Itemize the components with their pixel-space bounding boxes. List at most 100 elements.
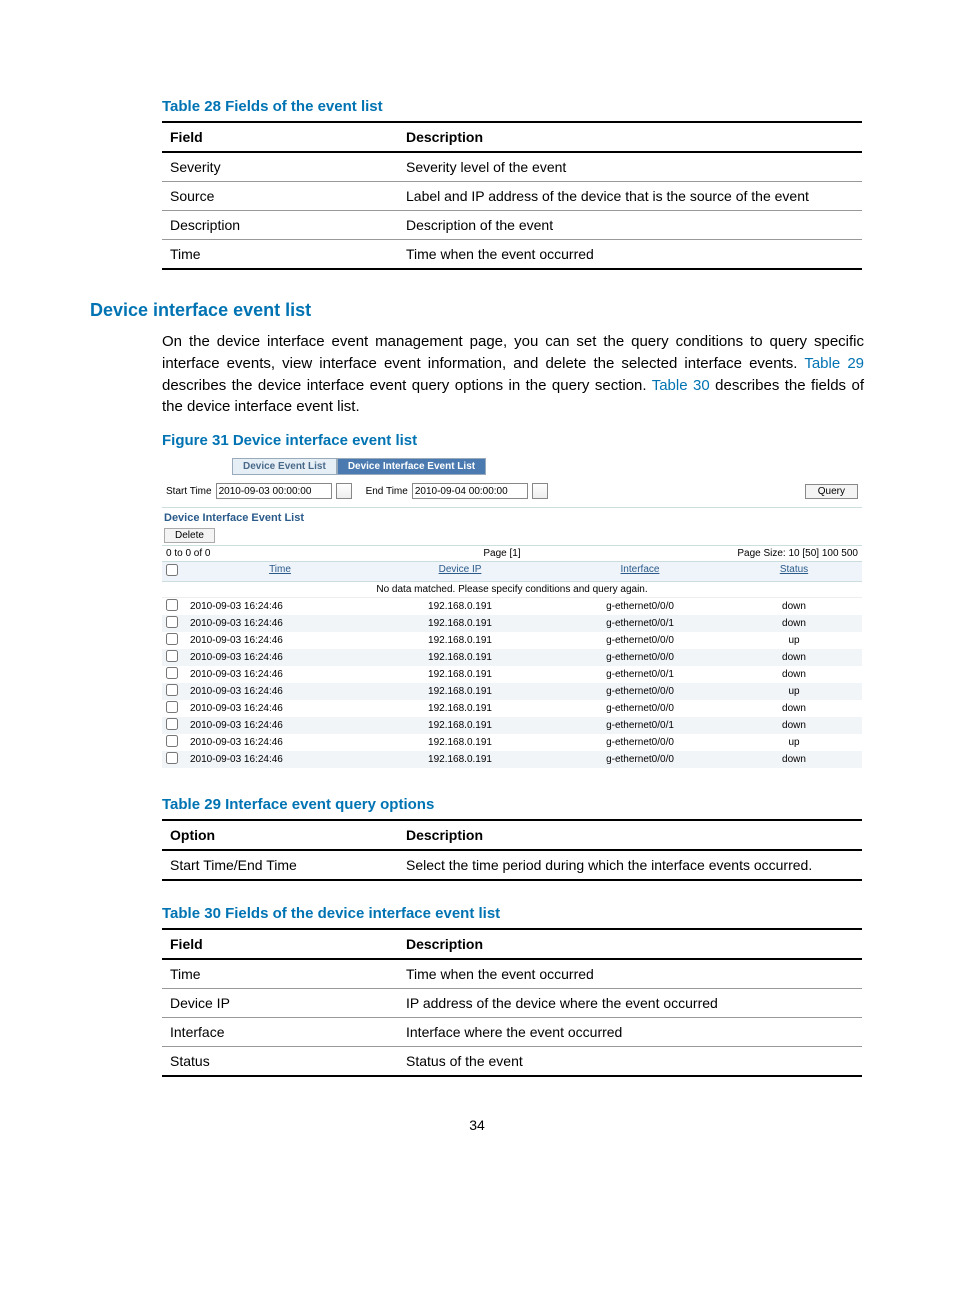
cell-time: 2010-09-03 16:24:46 [190, 669, 370, 680]
cell-interface: g-ethernet0/0/1 [550, 669, 730, 680]
table-28: Field Description SeveritySeverity level… [162, 121, 862, 270]
cell-interface: g-ethernet0/0/0 [550, 686, 730, 697]
table-row: InterfaceInterface where the event occur… [162, 1018, 862, 1047]
cell-status: up [730, 635, 858, 646]
grid-row: 2010-09-03 16:24:46192.168.0.191g-ethern… [162, 717, 862, 734]
grid-row: 2010-09-03 16:24:46192.168.0.191g-ethern… [162, 683, 862, 700]
cell-ip: 192.168.0.191 [370, 686, 550, 697]
cell-status: down [730, 652, 858, 663]
ref-table-30[interactable]: Table 30 [652, 377, 710, 394]
cell-time: 2010-09-03 16:24:46 [190, 737, 370, 748]
cell-interface: g-ethernet0/0/0 [550, 754, 730, 765]
cell-status: down [730, 720, 858, 731]
col-time[interactable]: Time [190, 564, 370, 579]
cell-time: 2010-09-03 16:24:46 [190, 601, 370, 612]
cell-ip: 192.168.0.191 [370, 618, 550, 629]
row-checkbox[interactable] [166, 616, 178, 628]
table-row: DescriptionDescription of the event [162, 211, 862, 240]
grid-row: 2010-09-03 16:24:46192.168.0.191g-ethern… [162, 615, 862, 632]
cell-time: 2010-09-03 16:24:46 [190, 686, 370, 697]
query-bar: Start Time End Time Query [162, 475, 862, 507]
grid-header: Time Device IP Interface Status [162, 562, 862, 582]
grid-row: 2010-09-03 16:24:46192.168.0.191g-ethern… [162, 598, 862, 615]
pager-page: Page [1] [366, 548, 638, 559]
grid-row: 2010-09-03 16:24:46192.168.0.191g-ethern… [162, 632, 862, 649]
row-checkbox[interactable] [166, 752, 178, 764]
grid-row: 2010-09-03 16:24:46192.168.0.191g-ethern… [162, 700, 862, 717]
page-number: 34 [90, 1117, 864, 1133]
cell-status: down [730, 754, 858, 765]
grid-row: 2010-09-03 16:24:46192.168.0.191g-ethern… [162, 734, 862, 751]
table-row: Device IPIP address of the device where … [162, 989, 862, 1018]
table-28-head-desc: Description [398, 122, 862, 152]
cell-ip: 192.168.0.191 [370, 601, 550, 612]
col-device-ip[interactable]: Device IP [370, 564, 550, 579]
pager: 0 to 0 of 0 Page [1] Page Size: 10 [50] … [162, 545, 862, 562]
tab-device-interface-event-list[interactable]: Device Interface Event List [337, 458, 486, 475]
cell-time: 2010-09-03 16:24:46 [190, 720, 370, 731]
cell-status: down [730, 601, 858, 612]
section-heading: Device interface event list [90, 300, 864, 321]
start-time-input[interactable] [216, 483, 332, 499]
cell-time: 2010-09-03 16:24:46 [190, 635, 370, 646]
grid-row: 2010-09-03 16:24:46192.168.0.191g-ethern… [162, 751, 862, 768]
table-28-caption: Table 28 Fields of the event list [162, 98, 864, 115]
cell-status: up [730, 737, 858, 748]
cell-interface: g-ethernet0/0/1 [550, 720, 730, 731]
cell-status: down [730, 669, 858, 680]
row-checkbox[interactable] [166, 599, 178, 611]
table-30: Field Description TimeTime when the even… [162, 928, 862, 1077]
body-paragraph: On the device interface event management… [162, 331, 864, 418]
cell-ip: 192.168.0.191 [370, 737, 550, 748]
pager-size[interactable]: Page Size: 10 [50] 100 500 [638, 548, 858, 559]
cell-interface: g-ethernet0/0/1 [550, 618, 730, 629]
table-row: TimeTime when the event occurred [162, 240, 862, 270]
figure-31-caption: Figure 31 Device interface event list [162, 432, 864, 449]
end-time-input[interactable] [412, 483, 528, 499]
cell-interface: g-ethernet0/0/0 [550, 703, 730, 714]
table-row: TimeTime when the event occurred [162, 959, 862, 989]
cell-ip: 192.168.0.191 [370, 703, 550, 714]
cell-ip: 192.168.0.191 [370, 669, 550, 680]
calendar-icon[interactable] [336, 483, 352, 499]
cell-interface: g-ethernet0/0/0 [550, 635, 730, 646]
row-checkbox[interactable] [166, 650, 178, 662]
row-checkbox[interactable] [166, 701, 178, 713]
table-29-caption: Table 29 Interface event query options [162, 796, 864, 813]
cell-status: up [730, 686, 858, 697]
table-30-head-field: Field [162, 929, 398, 959]
no-data-message: No data matched. Please specify conditio… [162, 582, 862, 598]
col-status[interactable]: Status [730, 564, 858, 579]
query-button[interactable]: Query [805, 484, 858, 499]
col-interface[interactable]: Interface [550, 564, 730, 579]
ref-table-29[interactable]: Table 29 [804, 355, 864, 372]
cell-ip: 192.168.0.191 [370, 754, 550, 765]
cell-ip: 192.168.0.191 [370, 720, 550, 731]
tab-device-event-list[interactable]: Device Event List [232, 458, 337, 475]
row-checkbox[interactable] [166, 684, 178, 696]
select-all-checkbox[interactable] [166, 564, 178, 576]
start-time-label: Start Time [166, 486, 212, 497]
table-row: Start Time/End TimeSelect the time perio… [162, 850, 862, 880]
table-row: SeveritySeverity level of the event [162, 152, 862, 182]
calendar-icon[interactable] [532, 483, 548, 499]
pager-range: 0 to 0 of 0 [166, 548, 366, 559]
table-row: StatusStatus of the event [162, 1047, 862, 1077]
table-30-head-desc: Description [398, 929, 862, 959]
cell-time: 2010-09-03 16:24:46 [190, 652, 370, 663]
delete-button[interactable]: Delete [164, 528, 215, 543]
grid-row: 2010-09-03 16:24:46192.168.0.191g-ethern… [162, 649, 862, 666]
figure-31-screenshot: Device Event List Device Interface Event… [162, 455, 862, 768]
cell-status: down [730, 618, 858, 629]
table-29-head-desc: Description [398, 820, 862, 850]
row-checkbox[interactable] [166, 667, 178, 679]
table-29-head-option: Option [162, 820, 398, 850]
cell-time: 2010-09-03 16:24:46 [190, 618, 370, 629]
row-checkbox[interactable] [166, 633, 178, 645]
cell-status: down [730, 703, 858, 714]
row-checkbox[interactable] [166, 735, 178, 747]
row-checkbox[interactable] [166, 718, 178, 730]
table-row: SourceLabel and IP address of the device… [162, 182, 862, 211]
cell-interface: g-ethernet0/0/0 [550, 652, 730, 663]
cell-time: 2010-09-03 16:24:46 [190, 703, 370, 714]
